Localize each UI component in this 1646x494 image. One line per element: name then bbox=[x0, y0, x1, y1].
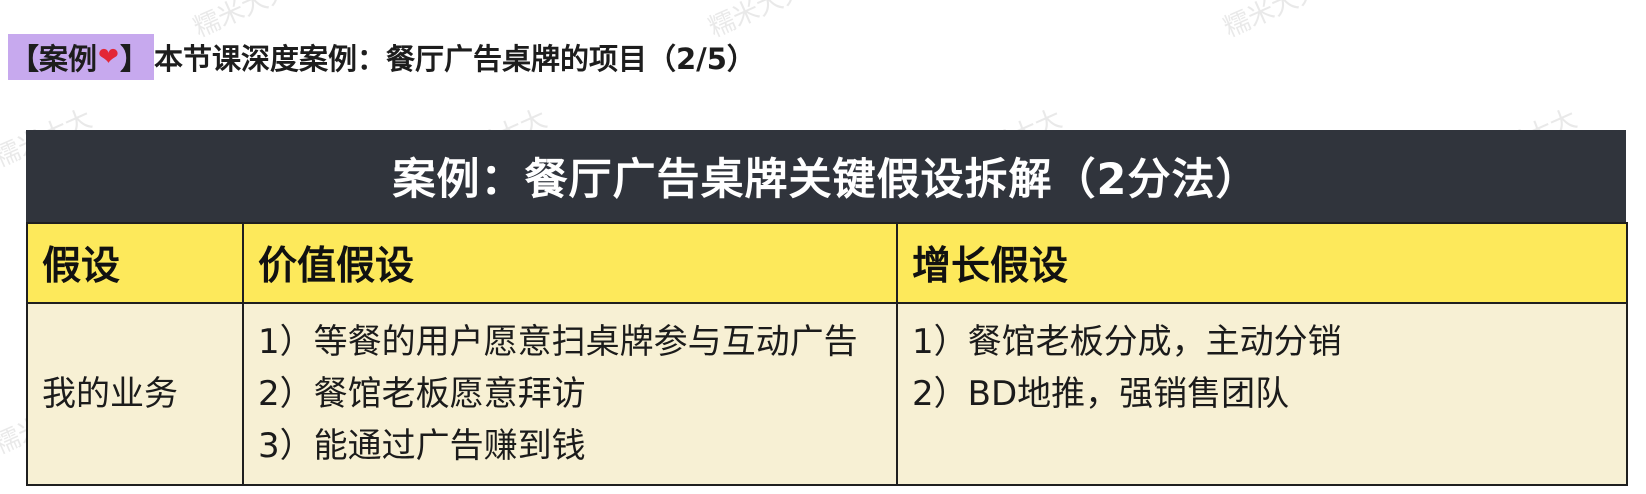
case-tag-suffix: 】 bbox=[119, 42, 149, 76]
table-row: 我的业务 1）等餐的用户愿意扫桌牌参与互动广告 2）餐馆老板愿意拜访 3）能通过… bbox=[26, 302, 1628, 486]
table-header-row: 假设 价值假设 增长假设 bbox=[26, 222, 1628, 304]
heart-icon: ❤ bbox=[98, 41, 119, 71]
watermark: 糯米大大 bbox=[1219, 0, 1327, 44]
value-assumption-item: 1）等餐的用户愿意扫桌牌参与互动广告 bbox=[258, 322, 858, 362]
value-assumption-item: 3）能通过广告赚到钱 bbox=[258, 426, 586, 466]
row-label-my-business: 我的业务 bbox=[26, 302, 244, 486]
page-title: 本节课深度案例：餐厅广告桌牌的项目（2/5） bbox=[153, 42, 756, 76]
growth-assumption-item: 2）BD地推，强销售团队 bbox=[912, 374, 1290, 414]
case-table-card: 案例：餐厅广告桌牌关键假设拆解（2分法） 假设 价值假设 增长假设 我的业务 1… bbox=[26, 130, 1628, 486]
case-tag-prefix: 【案例 bbox=[10, 42, 98, 76]
value-assumption-item: 2）餐馆老板愿意拜访 bbox=[258, 374, 586, 414]
growth-assumption-cell: 1）餐馆老板分成，主动分销 2）BD地推，强销售团队 bbox=[896, 302, 1628, 486]
growth-assumption-item: 1）餐馆老板分成，主动分销 bbox=[912, 322, 1342, 362]
section-title: 【案例 ❤ 】 本节课深度案例：餐厅广告桌牌的项目（2/5） bbox=[8, 34, 756, 80]
case-tag: 【案例 ❤ 】 bbox=[8, 34, 154, 80]
assumption-table: 假设 价值假设 增长假设 我的业务 1）等餐的用户愿意扫桌牌参与互动广告 2）餐… bbox=[26, 222, 1628, 486]
header-assumption: 假设 bbox=[26, 222, 244, 304]
value-assumption-cell: 1）等餐的用户愿意扫桌牌参与互动广告 2）餐馆老板愿意拜访 3）能通过广告赚到钱 bbox=[242, 302, 898, 486]
table-banner: 案例：餐厅广告桌牌关键假设拆解（2分法） bbox=[26, 130, 1626, 222]
header-value-assumption: 价值假设 bbox=[242, 222, 898, 304]
header-growth-assumption: 增长假设 bbox=[896, 222, 1628, 304]
